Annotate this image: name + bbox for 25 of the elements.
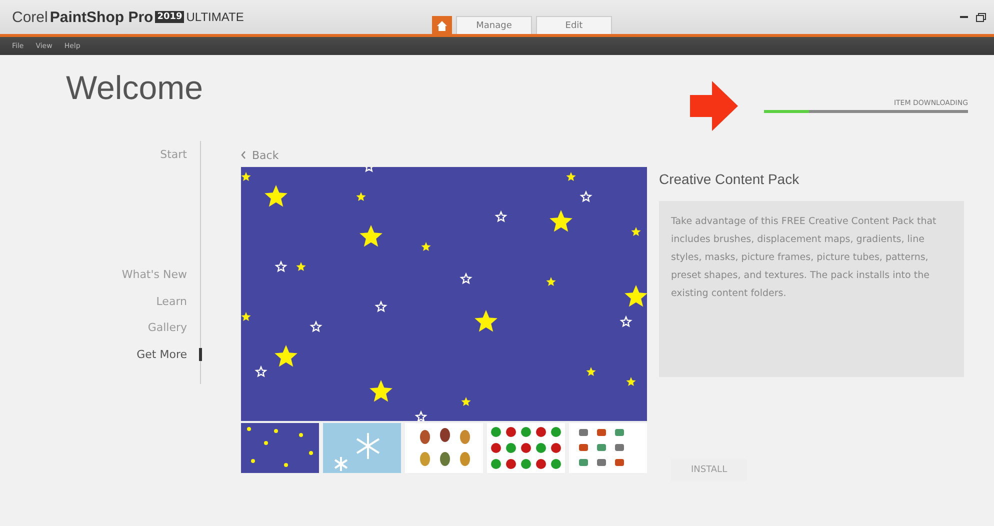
nav-item[interactable]: Learn: [156, 294, 202, 308]
home-tab[interactable]: [432, 16, 452, 34]
nav-item[interactable]: Gallery: [148, 321, 202, 334]
edition-name: ULTIMATE: [186, 10, 244, 24]
restore-icon[interactable]: [976, 12, 986, 22]
nav-item[interactable]: What's New: [122, 268, 202, 282]
tab[interactable]: Manage: [456, 16, 532, 34]
page-title: Welcome: [66, 69, 203, 107]
brand-name: Corel: [12, 8, 48, 26]
thumbnail[interactable]: [241, 423, 319, 473]
arrow-icon: [690, 81, 738, 131]
year-badge: 2019: [155, 11, 184, 23]
nav-item[interactable]: Start: [160, 148, 202, 161]
thumbnail[interactable]: [405, 423, 483, 473]
product-name: PaintShop Pro: [50, 8, 154, 26]
home-icon: [437, 20, 447, 30]
product-description: Take advantage of this FREE Creative Content Pack that includes brushes, displacement maps, gradients, line styles, masks, picture frames, picture tubes, patterns, preset shapes, and textures. The pack installs into the existing content folders.: [671, 215, 938, 301]
back-link[interactable]: Back: [252, 148, 279, 162]
thumbnail[interactable]: [323, 423, 401, 473]
product-title: Creative Content Pack: [659, 171, 800, 187]
tab[interactable]: Edit: [536, 16, 612, 34]
chevron-left-icon: [241, 151, 246, 159]
thumbnail[interactable]: [569, 423, 647, 473]
thumbnail[interactable]: [487, 423, 565, 473]
nav-item[interactable]: Get More: [136, 348, 202, 361]
